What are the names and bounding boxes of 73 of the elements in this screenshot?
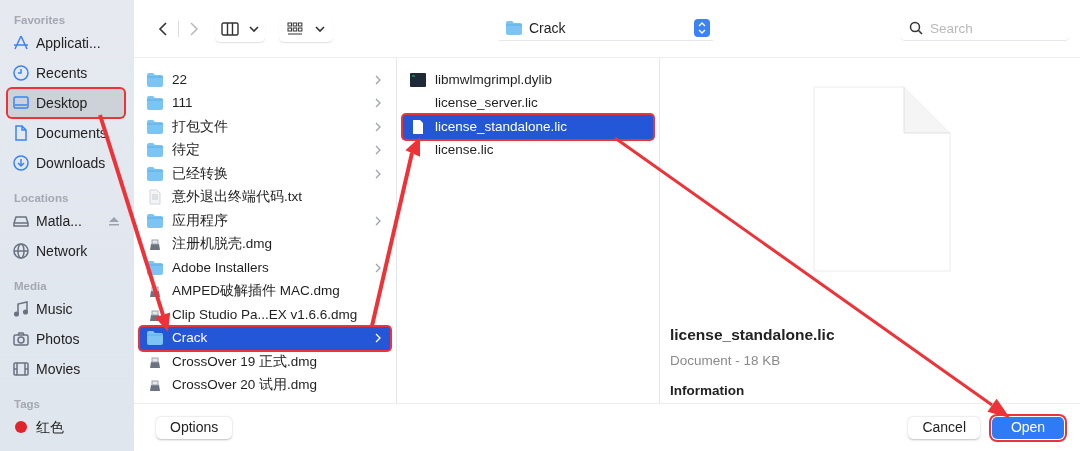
file-row[interactable]: license.lic <box>403 138 653 162</box>
app-store-icon <box>12 34 30 52</box>
preview-filename: license_standalone.lic <box>670 325 836 345</box>
section-heading: Locations <box>13 191 70 206</box>
folder-icon <box>146 118 164 135</box>
sidebar-item[interactable]: Downloads <box>8 149 124 177</box>
file-row[interactable]: CrossOver 20 试用.dmg <box>140 373 390 397</box>
file-row[interactable]: 111 <box>140 91 390 115</box>
chevron-right-icon <box>374 121 382 132</box>
dialog-button[interactable]: Options <box>156 416 233 439</box>
music-note-icon <box>12 300 30 318</box>
sidebar-item[interactable]: 红色 <box>8 413 124 441</box>
file-row[interactable]: Adobe Installers <box>140 256 390 280</box>
path-popup[interactable]: Crack <box>499 16 713 41</box>
chevron-right-icon <box>374 215 382 226</box>
chevron-right-icon <box>374 98 382 109</box>
folder-icon <box>505 20 523 36</box>
caret-icon <box>249 24 259 33</box>
download-icon <box>12 154 30 172</box>
camera-icon <box>12 330 30 348</box>
dialog-button[interactable]: Cancel <box>908 416 980 439</box>
grid-icon <box>287 21 303 36</box>
sidebar-item[interactable]: Movies <box>8 355 124 383</box>
section-heading: Media <box>13 279 48 294</box>
sidebar-item[interactable]: Network <box>8 237 124 265</box>
search-icon <box>909 21 923 35</box>
sidebar-item[interactable]: Photos <box>8 325 124 353</box>
file-row[interactable]: license_server.lic <box>403 91 653 115</box>
file-row[interactable]: CrossOver 19 正式.dmg <box>140 350 390 374</box>
terminal-icon <box>409 71 427 88</box>
chevron-right-icon <box>374 74 382 85</box>
text-file-icon <box>146 189 164 206</box>
file-row[interactable]: Crack <box>140 326 390 350</box>
section-heading: Tags <box>13 397 41 412</box>
desktop-icon <box>12 94 30 112</box>
sidebar-item[interactable]: Desktop <box>8 89 124 117</box>
folder-icon <box>146 165 164 182</box>
folder-icon <box>146 212 164 229</box>
file-row[interactable]: AMPED破解插件 MAC.dmg <box>140 279 390 303</box>
folder-icon <box>146 330 164 347</box>
stepper-icon <box>694 19 710 37</box>
section-heading: Favorites <box>13 13 67 28</box>
preview-meta: Document - 18 KB <box>670 352 782 371</box>
film-icon <box>12 360 30 378</box>
folder-icon <box>146 71 164 88</box>
file-row[interactable]: 待定 <box>140 138 390 162</box>
folder-icon <box>146 95 164 112</box>
globe-icon <box>12 242 30 260</box>
file-row[interactable]: 打包文件 <box>140 115 390 139</box>
file-row[interactable]: 已经转换 <box>140 162 390 186</box>
chevron-right-icon <box>374 333 382 344</box>
sidebar-item[interactable]: Applicati... <box>8 29 124 57</box>
chevron-right-icon <box>374 168 382 179</box>
sidebar-item[interactable]: Music <box>8 295 124 323</box>
file-row[interactable]: 注册机脱壳.dmg <box>140 232 390 256</box>
file-row[interactable]: Clip Studio Pa...EX v1.6.6.dmg <box>140 303 390 327</box>
folder-icon <box>146 142 164 159</box>
file-row[interactable]: 应用程序 <box>140 209 390 233</box>
file-row[interactable]: libmwlmgrimpl.dylib <box>403 68 653 92</box>
chevron-right-icon <box>374 145 382 156</box>
file-row[interactable]: 意外退出终端代码.txt <box>140 185 390 209</box>
document-icon <box>12 124 30 142</box>
open-button[interactable]: Open <box>992 416 1064 439</box>
search-field[interactable]: Search <box>900 17 1070 41</box>
caret-icon <box>315 24 325 33</box>
columns-icon <box>221 21 239 36</box>
sidebar-item[interactable]: Recents <box>8 59 124 87</box>
file-row[interactable]: license_standalone.lic <box>403 115 653 139</box>
chevron-right-icon <box>374 262 382 273</box>
file-row[interactable]: 22 <box>140 68 390 92</box>
clock-icon <box>12 64 30 82</box>
preview-section-heading: Information <box>670 381 746 400</box>
sidebar-item[interactable]: Matla... <box>8 207 124 235</box>
